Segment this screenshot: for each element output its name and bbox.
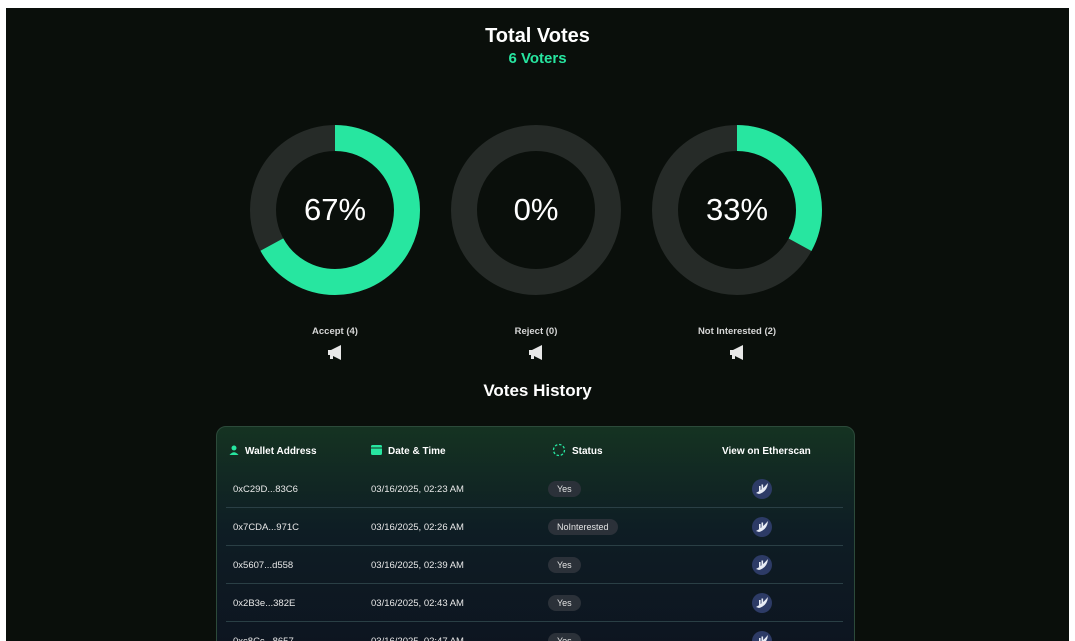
accept-percent: 67% (303, 192, 367, 227)
accept-label: Accept (4) (312, 326, 358, 337)
page-title: Total Votes (485, 25, 590, 47)
etherscan-link[interactable] (751, 554, 773, 576)
megaphone-icon (729, 345, 743, 360)
etherscan-icon (752, 593, 772, 613)
status-badge: NoInterested (548, 519, 618, 535)
column-header-status: Status (552, 443, 603, 459)
table-row: 0x5607...d558 03/16/2025, 02:39 AM Yes (217, 546, 854, 584)
table-row: 0xc8Cc...8657 03/16/2025, 02:47 AM Yes (217, 622, 854, 641)
table-row: 0xC29D...83C6 03/16/2025, 02:23 AM Yes (217, 470, 854, 508)
not-interested-percent: 33% (705, 192, 769, 227)
etherscan-link[interactable] (751, 478, 773, 500)
etherscan-icon (752, 631, 772, 641)
reject-option: Reject (0) (451, 326, 621, 365)
user-icon (229, 445, 239, 458)
vote-date: 03/16/2025, 02:43 AM (371, 597, 464, 609)
wallet-address[interactable]: 0x2B3e...382E (233, 584, 295, 622)
wallet-address[interactable]: 0x5607...d558 (233, 546, 293, 584)
votes-history-table: Wallet Address Date & Time Status View o… (216, 426, 855, 641)
reject-percent: 0% (513, 192, 559, 227)
table-row: 0x7CDA...971C 03/16/2025, 02:26 AM NoInt… (217, 508, 854, 546)
status-badge: Yes (548, 557, 581, 573)
column-label-status: Status (572, 445, 603, 457)
status-badge: Yes (548, 633, 581, 641)
reject-label: Reject (0) (514, 326, 558, 337)
column-header-etherscan: View on Etherscan (722, 443, 811, 459)
not-interested-donut-chart: 33% (652, 125, 822, 295)
vote-date: 03/16/2025, 02:26 AM (371, 521, 464, 533)
column-header-date: Date & Time (371, 443, 446, 459)
vote-date: 03/16/2025, 02:23 AM (371, 483, 464, 495)
etherscan-link[interactable] (751, 592, 773, 614)
reject-vote-button[interactable] (528, 345, 545, 365)
etherscan-icon (752, 517, 772, 537)
calendar-icon (371, 444, 382, 458)
column-label-wallet: Wallet Address (245, 445, 317, 457)
accept-option: Accept (4) (250, 326, 420, 365)
vote-date: 03/16/2025, 02:39 AM (371, 559, 464, 571)
wallet-address[interactable]: 0xC29D...83C6 (233, 470, 298, 508)
etherscan-icon (752, 479, 772, 499)
column-label-etherscan: View on Etherscan (722, 445, 811, 457)
column-header-wallet: Wallet Address (229, 443, 317, 459)
vote-results-page: Total Votes 6 Voters 67% 0% 33% Accept (… (6, 8, 1069, 641)
megaphone-icon (327, 345, 341, 360)
votes-history-title: Votes History (483, 381, 592, 400)
not-interested-label: Not Interested (2) (697, 326, 777, 337)
status-badge: Yes (548, 595, 581, 611)
voter-count: 6 Voters (508, 50, 567, 67)
etherscan-link[interactable] (751, 516, 773, 538)
etherscan-link[interactable] (751, 630, 773, 641)
etherscan-icon (752, 555, 772, 575)
wallet-address[interactable]: 0xc8Cc...8657 (233, 622, 294, 641)
status-badge: Yes (548, 481, 581, 497)
spinner-icon (552, 443, 566, 460)
not-interested-vote-button[interactable] (729, 345, 746, 365)
megaphone-icon (528, 345, 542, 360)
table-row: 0x2B3e...382E 03/16/2025, 02:43 AM Yes (217, 584, 854, 622)
reject-donut-chart: 0% (451, 125, 621, 295)
total-votes-header: Total Votes 6 Voters (6, 24, 1069, 69)
accept-donut-chart: 67% (250, 125, 420, 295)
accept-vote-button[interactable] (327, 345, 344, 365)
vote-date: 03/16/2025, 02:47 AM (371, 635, 464, 641)
column-label-date: Date & Time (388, 445, 446, 457)
wallet-address[interactable]: 0x7CDA...971C (233, 508, 299, 546)
not-interested-option: Not Interested (2) (652, 326, 822, 365)
